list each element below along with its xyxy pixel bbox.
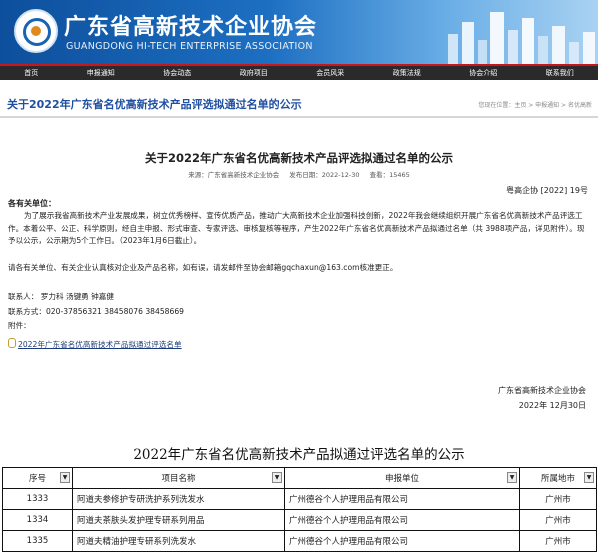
table-row: 1333 阿道夫参修护专研洗护系列洗发水 广州德谷个人护理用品有限公司 广州市 [2,488,597,510]
filter-active-icon[interactable]: ▼ [507,472,517,483]
filter-dropdown-icon[interactable]: ▼ [272,472,282,483]
table-cell: 广州德谷个人护理用品有限公司 [284,530,520,552]
table-row: 1334 阿道夫茶肤头发护理专研系列用品 广州德谷个人护理用品有限公司 广州市 [2,509,597,531]
article-paragraph: 请各有关单位、有关企业认真核对企业及产品名称，如有误，请发邮件至协会邮箱gqch… [8,263,398,272]
table-cell: 阿道夫参修护专研洗护系列洗发水 [72,488,285,510]
attachment-label: 附件： [8,321,31,330]
article-date: 发布日期：2022-12-30 [289,171,360,179]
table-row: 1335 阿道夫精油护理专研系列洗发水 广州德谷个人护理用品有限公司 广州市 [2,530,597,552]
nav-item-contact[interactable]: 联系我们 [546,68,574,78]
attachment-link-text[interactable]: 2022年广东省名优高新技术产品拟通过评选名单 [18,340,182,349]
table-cell: 阿道夫精油护理专研系列洗发水 [72,530,285,552]
page-title-bar: 关于2022年广东省名优高新技术产品评选拟通过名单的公示 您现在位置：主页 > … [0,92,598,118]
table-cell: 广州市 [519,509,597,531]
column-header[interactable]: 申报单位 ▼ [284,467,520,489]
table-cell: 1333 [2,488,73,510]
paperclip-icon [8,338,16,348]
nav-item-notices[interactable]: 申报通知 [87,68,115,78]
nav-item-home[interactable]: 首页 [24,68,38,78]
table-cell: 广州德谷个人护理用品有限公司 [284,509,520,531]
article-source: 来源：广东省高新技术企业协会 [188,171,280,179]
column-header-label: 所属地市 [540,474,575,484]
page-title: 关于2022年广东省名优高新技术产品评选拟通过名单的公示 [7,98,302,111]
contact-phone: 联系方式：020-37856321 38458076 38458669 [8,306,184,316]
association-logo-icon[interactable] [14,9,58,53]
column-header-label: 申报单位 [384,474,419,484]
article-views: 查看：15465 [369,171,410,179]
column-header-label: 项目名称 [161,474,196,484]
contact-info: 联系人： 罗力科 汤键勇 钟嘉健 联系方式：020-37856321 38458… [8,290,184,334]
city-skyline-icon [448,12,595,64]
nav-item-policies[interactable]: 政策法规 [393,68,421,78]
main-nav: 首页 申报通知 协会动态 政府项目 会员风采 政策法规 协会介绍 联系我们 [0,64,598,80]
table-cell: 广州市 [519,530,597,552]
article-title: 关于2022年广东省名优高新技术产品评选拟通过名单的公示 [144,151,453,165]
table-cell: 1334 [2,509,73,531]
nav-item-news[interactable]: 协会动态 [163,68,191,78]
document-number: 粤高企协 [2022] 19号 [506,186,588,195]
site-title-cn: 广东省高新技术企业协会 [64,15,318,40]
article-paragraph: 为了展示我省高新技术产业发展成果，树立优秀榜样、宣传优质产品，推动广大高新技术企… [8,211,585,245]
article-meta: 来源：广东省高新技术企业协会 发布日期：2022-12-30 查看：15465 [0,169,598,179]
sheet-title: 2022年广东省名优高新技术产品拟通过评选名单的公示 [133,447,465,463]
nav-item-gov-projects[interactable]: 政府项目 [240,68,268,78]
breadcrumb[interactable]: 您现在位置：主页 > 申报通知 > 名优高新 [478,100,592,109]
column-header[interactable]: 所属地市 ▼ [519,467,597,489]
filter-dropdown-icon[interactable]: ▼ [584,472,594,483]
attachment-link[interactable]: 2022年广东省名优高新技术产品拟通过评选名单 [8,338,182,350]
spreadsheet-table: 序号 ▼ 项目名称 ▼ 申报单位 ▼ 所属地市 ▼ 1333 阿道夫参修护专研洗护系列洗… [2,467,597,552]
table-cell: 1335 [2,530,73,552]
table-cell: 阿道夫茶肤头发护理专研系列用品 [72,509,285,531]
column-header[interactable]: 项目名称 ▼ [72,467,285,489]
column-header-label: 序号 [28,474,46,484]
site-header: 广东省高新技术企业协会 GUANGDONG HI-TECH ENTERPRISE… [0,0,598,64]
nav-item-members[interactable]: 会员风采 [316,68,344,78]
nav-item-about[interactable]: 协会介绍 [469,68,497,78]
signature-org: 广东省高新技术企业协会 [498,386,586,395]
salutation: 各有关单位： [8,199,56,208]
table-header-row: 序号 ▼ 项目名称 ▼ 申报单位 ▼ 所属地市 ▼ [2,467,597,489]
table-cell: 广州德谷个人护理用品有限公司 [284,488,520,510]
contact-people: 联系人： 罗力科 汤键勇 钟嘉健 [8,292,114,301]
filter-dropdown-icon[interactable]: ▼ [60,472,70,483]
signature-date: 2022年 12月30日 [518,401,586,410]
column-header[interactable]: 序号 ▼ [2,467,73,489]
table-cell: 广州市 [519,488,597,510]
site-title-en: GUANGDONG HI-TECH ENTERPRISE ASSOCIATION [66,41,313,52]
